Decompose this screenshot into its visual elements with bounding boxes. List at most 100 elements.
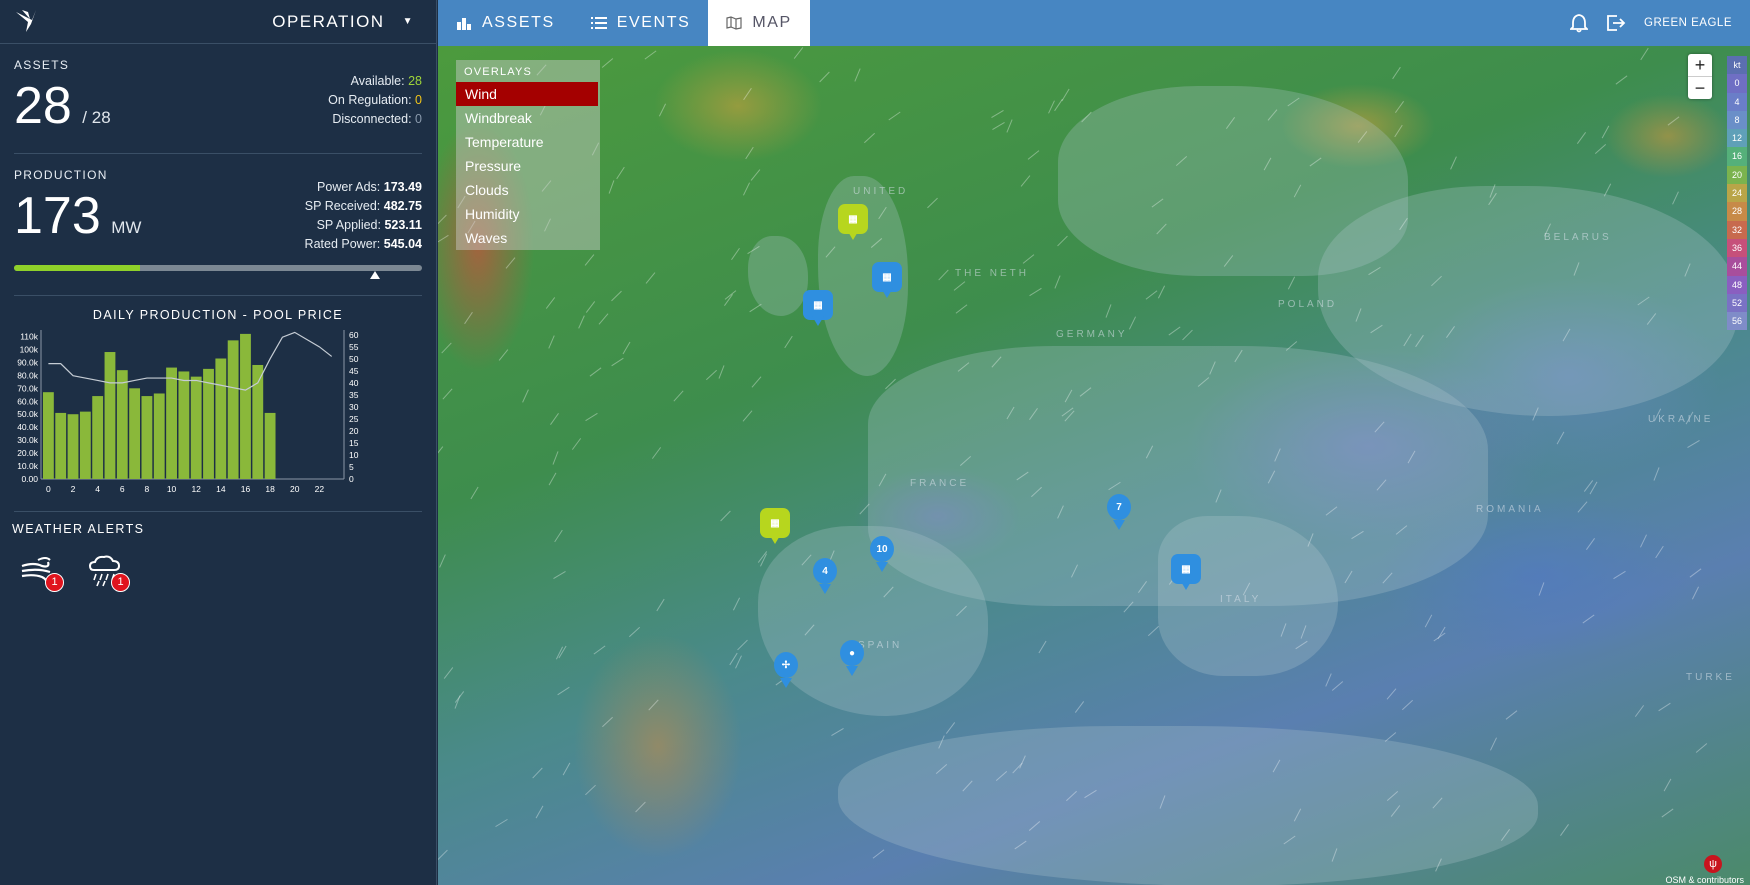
y-tick-label: 80.0k <box>17 370 39 380</box>
wind-streak <box>938 269 949 281</box>
y2-tick-label: 40 <box>349 378 359 388</box>
weather-alert-list: 1 1 <box>20 554 436 592</box>
assets-total: / 28 <box>82 108 111 127</box>
wind-streak <box>622 341 631 355</box>
wind-streak <box>593 645 606 655</box>
logout-icon[interactable] <box>1606 14 1626 32</box>
wind-streak <box>1661 808 1674 818</box>
assets-section: ASSETS 28 / 28 Available: 28 On Regulati… <box>14 44 422 154</box>
wind-streak <box>1386 688 1397 700</box>
production-stats: Power Ads: 173.49 SP Received: 482.75 SP… <box>305 178 422 254</box>
cluster-marker[interactable]: 10 <box>867 536 897 572</box>
chart-bar <box>166 367 177 479</box>
x-tick-label: 4 <box>95 484 100 494</box>
legend-unit: kt <box>1727 56 1747 75</box>
wind-streak <box>438 214 447 226</box>
chart-bar <box>141 396 153 479</box>
tab-events[interactable]: EVENTS <box>573 0 709 46</box>
wind-streak <box>1601 125 1610 139</box>
wind-streak <box>1401 699 1414 711</box>
wind-streak <box>888 111 901 121</box>
chart-bar <box>215 358 227 479</box>
x-tick-label: 22 <box>315 484 325 494</box>
weather-map[interactable]: UNITED THE NETH POLAND GERMANY FRANCE RO… <box>438 46 1750 885</box>
solar-asset-marker[interactable]: ▦ <box>872 262 902 298</box>
tab-assets[interactable]: ASSETS <box>438 0 573 46</box>
wind-alert-icon[interactable]: 1 <box>20 554 64 592</box>
overlay-waves[interactable]: Waves <box>456 226 598 250</box>
setpoint-marker <box>370 271 381 279</box>
wind-streak <box>1145 290 1158 300</box>
wind-streak <box>552 451 559 465</box>
wind-streak <box>442 388 453 400</box>
cluster-marker[interactable]: 7 <box>1104 494 1134 530</box>
overlay-temperature[interactable]: Temperature <box>456 130 598 154</box>
disconnected-value: 0 <box>415 112 422 126</box>
country-label-netherlands: THE NETH <box>955 268 1029 279</box>
legend-step: 8 <box>1727 110 1747 130</box>
wind-streak <box>635 801 646 813</box>
wind-streak <box>550 412 559 426</box>
y2-tick-label: 30 <box>349 402 359 412</box>
wind-streak <box>1615 75 1628 85</box>
chart-bar <box>178 371 190 479</box>
wind-streak <box>438 446 444 458</box>
wind-streak <box>1394 124 1403 138</box>
overlays-panel: OVERLAYS Wind Windbreak Temperature Pres… <box>456 60 600 250</box>
overlay-pressure[interactable]: Pressure <box>456 154 598 178</box>
map-attribution[interactable]: OSM & contributors <box>1665 875 1744 885</box>
windy-logo-icon[interactable]: ψ <box>1704 855 1722 873</box>
wind-streak <box>1577 501 1588 513</box>
sp-received-row: SP Received: 482.75 <box>304 199 422 213</box>
wind-streak <box>1687 439 1700 449</box>
solar-asset-marker[interactable]: ▦ <box>1171 554 1201 590</box>
assets-label: ASSETS <box>14 58 70 72</box>
solar-asset-marker[interactable]: ▦ <box>838 204 868 240</box>
y2-tick-label: 25 <box>349 414 359 424</box>
wind-streak <box>1331 681 1344 691</box>
overlay-humidity[interactable]: Humidity <box>456 202 598 226</box>
wind-streak <box>706 369 717 381</box>
wind-streak <box>1147 625 1160 637</box>
wind-streak <box>464 311 473 325</box>
cluster-marker[interactable]: 4 <box>810 558 840 594</box>
mode-selector[interactable]: OPERATION ▼ <box>272 12 414 32</box>
rain-storm-alert-icon[interactable]: 1 <box>86 554 130 592</box>
assets-icon <box>457 18 471 30</box>
wind-streak <box>598 313 609 325</box>
tab-map[interactable]: MAP <box>708 0 810 46</box>
bell-icon[interactable] <box>1570 13 1589 33</box>
zoom-out-button[interactable]: − <box>1688 77 1712 99</box>
wind-asset-marker[interactable]: ✢ <box>771 652 801 688</box>
legend-step: 28 <box>1727 202 1747 221</box>
chart-bar <box>153 393 165 479</box>
wind-streak <box>1585 538 1596 550</box>
wind-streak <box>1538 582 1545 596</box>
sidebar: OPERATION ▼ ASSETS 28 / 28 Available: 28… <box>0 0 437 885</box>
wind-streak <box>831 728 844 736</box>
chart-bar <box>55 412 67 479</box>
user-name[interactable]: GREEN EAGLE <box>1644 17 1732 29</box>
overlay-clouds[interactable]: Clouds <box>456 178 598 202</box>
overlay-windbreak[interactable]: Windbreak <box>456 106 598 130</box>
wind-streak <box>1394 101 1405 113</box>
wind-streak <box>955 304 968 314</box>
top-right-actions: GREEN EAGLE <box>1570 13 1750 33</box>
zoom-in-button[interactable]: + <box>1688 54 1712 77</box>
y2-tick-label: 5 <box>349 462 354 472</box>
country-label-belarus: BELARUS <box>1544 232 1612 243</box>
eagle-logo-icon[interactable] <box>14 8 48 36</box>
wind-streak <box>658 103 667 117</box>
wind-streak <box>750 169 761 181</box>
wind-streak <box>1672 191 1679 205</box>
y-tick-label: 10.0k <box>17 461 39 471</box>
wind-streak <box>751 376 762 388</box>
chart-bar <box>264 412 276 479</box>
solar-asset-marker[interactable]: ▦ <box>760 508 790 544</box>
overlay-wind[interactable]: Wind <box>456 82 598 106</box>
wind-streak <box>1287 276 1296 290</box>
top-navigation: ASSETS EVENTS MAP GREEN EAGLE <box>438 0 1750 46</box>
hydro-asset-marker[interactable]: ● <box>837 640 867 676</box>
solar-asset-marker[interactable]: ▦ <box>803 290 833 326</box>
wind-streak <box>1157 285 1166 299</box>
